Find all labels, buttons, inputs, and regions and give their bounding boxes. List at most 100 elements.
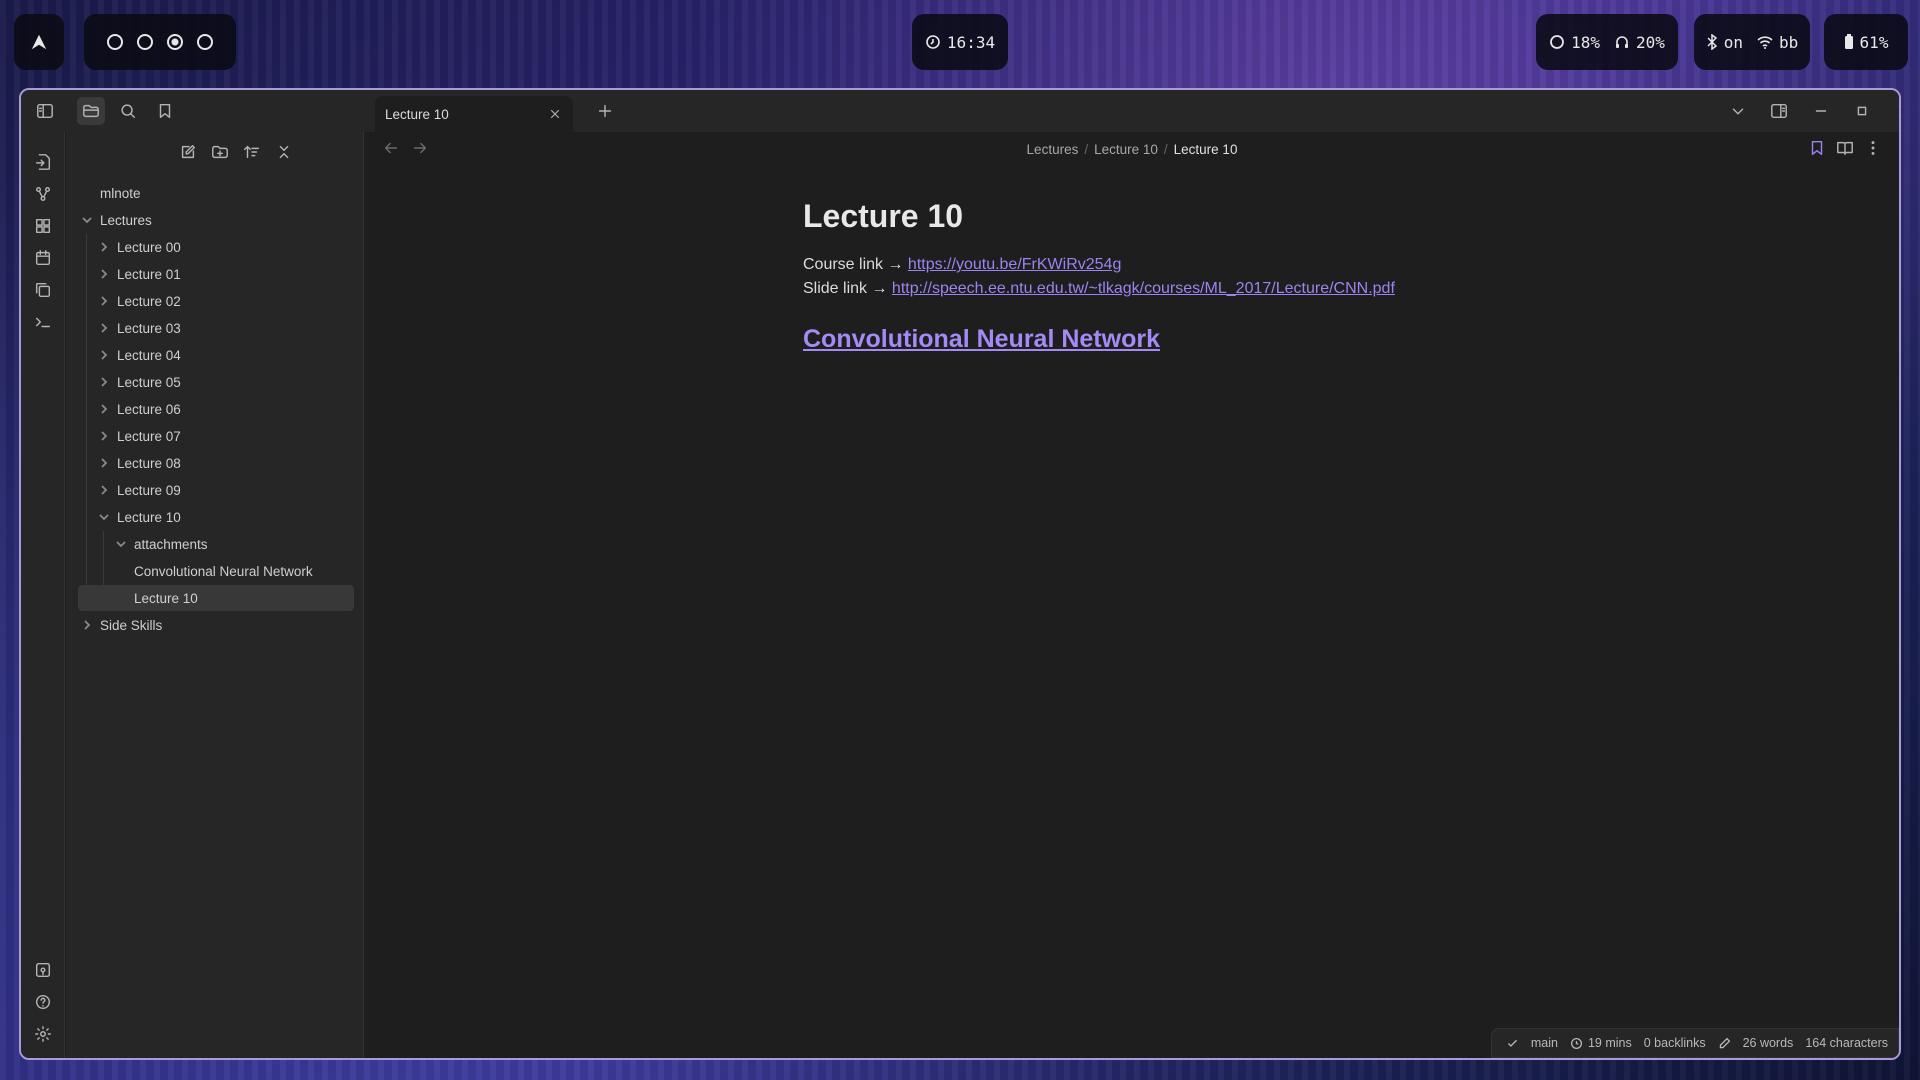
minimize-button[interactable] [1807, 97, 1835, 125]
chevron-right-icon[interactable] [97, 240, 111, 254]
bookmarks-tab-button[interactable] [151, 97, 179, 125]
graph-icon [35, 186, 51, 202]
edit-mode[interactable] [1718, 1037, 1731, 1050]
graph-view-button[interactable] [29, 180, 57, 208]
command-palette-button[interactable] [29, 308, 57, 336]
maximize-button[interactable] [1848, 97, 1876, 125]
tab-list-button[interactable] [1724, 97, 1752, 125]
folder-item[interactable]: Lecture 10 [97, 504, 181, 530]
internal-link-cnn[interactable]: Convolutional Neural Network [803, 325, 1160, 353]
templates-button[interactable] [29, 276, 57, 304]
workspace-2[interactable] [137, 34, 153, 50]
folder-item[interactable]: Lecture 02 [97, 288, 181, 314]
breadcrumb-current[interactable]: Lecture 10 [1174, 142, 1238, 157]
new-folder-button[interactable] [206, 138, 234, 166]
folder-item[interactable]: Lecture 00 [97, 234, 181, 260]
chevron-right-icon[interactable] [97, 402, 111, 416]
vault-name[interactable]: mlnote [100, 180, 141, 206]
character-count: 164 characters [1805, 1036, 1888, 1050]
new-tab-button[interactable] [591, 97, 619, 125]
chevron-right-icon[interactable] [97, 429, 111, 443]
folder-item[interactable]: Side Skills [80, 612, 162, 638]
chevron-right-icon[interactable] [97, 321, 111, 335]
file-explorer-tab-button[interactable] [77, 97, 105, 125]
folder-item[interactable]: Lecture 03 [97, 315, 181, 341]
file-item[interactable]: Convolutional Neural Network [134, 558, 313, 584]
help-button[interactable] [29, 988, 57, 1016]
chevron-down-icon[interactable] [97, 510, 111, 524]
bluetooth-indicator[interactable]: on [1706, 33, 1743, 52]
audio-indicator[interactable]: 20% [1614, 33, 1665, 52]
chevron-right-icon[interactable] [97, 348, 111, 362]
vault-switcher-button[interactable] [29, 956, 57, 984]
folder-item[interactable]: Lecture 01 [97, 261, 181, 287]
cpu-indicator[interactable]: 18% [1549, 33, 1600, 52]
open-quick-switcher-button[interactable] [29, 148, 57, 176]
new-note-button[interactable] [174, 138, 202, 166]
bookmark-note-button[interactable] [1803, 134, 1831, 162]
folder-item[interactable]: Lecture 07 [97, 423, 181, 449]
chevron-down-icon[interactable] [80, 213, 94, 227]
last-commit-time[interactable]: 19 mins [1570, 1036, 1632, 1050]
chevron-right-icon[interactable] [80, 618, 94, 632]
workspace-3[interactable] [167, 34, 183, 50]
folder-item[interactable]: Lecture 06 [97, 396, 181, 422]
left-ribbon [21, 132, 65, 1058]
reading-view-button[interactable] [1831, 134, 1859, 162]
sort-button[interactable] [238, 138, 266, 166]
chevron-down-icon[interactable] [114, 537, 128, 551]
search-tab-button[interactable] [114, 97, 142, 125]
tab-lecture-10[interactable]: Lecture 10 [375, 96, 573, 132]
wifi-icon [1757, 36, 1773, 49]
folder-item[interactable]: Lecture 09 [97, 477, 181, 503]
word-count: 26 words [1742, 1036, 1794, 1050]
collapse-all-button[interactable] [270, 138, 298, 166]
folder-item[interactable]: Lecture 04 [97, 342, 181, 368]
breadcrumb-item[interactable]: Lecture 10 [1094, 142, 1158, 157]
settings-button[interactable] [29, 1020, 57, 1048]
workspace-4[interactable] [197, 34, 213, 50]
slide-link[interactable]: http://speech.ee.ntu.edu.tw/~tlkagk/cour… [892, 280, 1395, 297]
chevron-right-icon[interactable] [97, 456, 111, 470]
git-status[interactable] [1506, 1037, 1519, 1050]
file-item[interactable]: Lecture 10 [78, 585, 354, 611]
course-link[interactable]: https://youtu.be/FrKWiRv254g [908, 256, 1121, 273]
tree-item-label: Lecture 09 [117, 482, 181, 498]
canvas-button[interactable] [29, 212, 57, 240]
tree-item-label: Lectures [100, 212, 152, 228]
folder-item[interactable]: Lectures [80, 207, 152, 233]
bookmark-icon [1811, 140, 1823, 156]
tree-item-label: Lecture 06 [117, 401, 181, 417]
sidebar-left-icon [37, 103, 53, 119]
backlinks-count[interactable]: 0 backlinks [1644, 1036, 1706, 1050]
launcher-button[interactable] [14, 14, 64, 70]
chevron-right-icon[interactable] [97, 375, 111, 389]
file-switch-icon [35, 154, 51, 170]
workspace-1[interactable] [107, 34, 123, 50]
wifi-value: bb [1779, 32, 1799, 52]
more-options-button[interactable] [1859, 134, 1887, 162]
git-branch[interactable]: main [1531, 1036, 1558, 1050]
note-title: Lecture 10 [803, 198, 964, 234]
folder-item[interactable]: Lecture 05 [97, 369, 181, 395]
toggle-left-sidebar-button[interactable] [31, 97, 59, 125]
chevron-right-icon[interactable] [97, 267, 111, 281]
battery-indicator[interactable]: 61% [1824, 14, 1908, 70]
folder-item[interactable]: attachments [114, 531, 208, 557]
layout-grid-icon [35, 218, 51, 234]
wifi-indicator[interactable]: bb [1757, 33, 1798, 52]
daily-note-button[interactable] [29, 244, 57, 272]
system-topbar: 16:34 18% 20% on bb 61% [0, 0, 1920, 84]
chevron-right-icon[interactable] [97, 294, 111, 308]
tab-close-button[interactable] [545, 104, 565, 124]
chevron-down-icon [1732, 108, 1744, 115]
tab-label: Lecture 10 [385, 106, 449, 122]
folder-item[interactable]: Lecture 08 [97, 450, 181, 476]
tree-item-label: Lecture 00 [117, 239, 181, 255]
breadcrumb-item[interactable]: Lectures [1027, 142, 1079, 157]
toggle-right-sidebar-button[interactable] [1765, 97, 1793, 125]
window-close-button[interactable] [1890, 97, 1899, 125]
clock[interactable]: 16:34 [912, 14, 1008, 70]
last-commit-value: 19 mins [1587, 1036, 1632, 1050]
chevron-right-icon[interactable] [97, 483, 111, 497]
